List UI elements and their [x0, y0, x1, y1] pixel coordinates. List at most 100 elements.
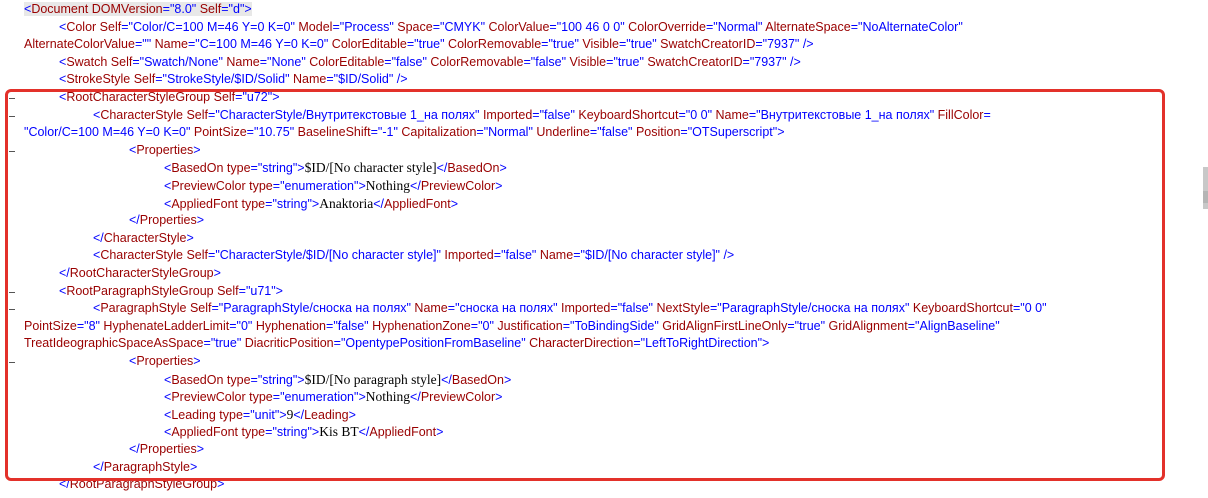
- xml-attribute-name: ColorValue: [485, 19, 550, 34]
- xml-attribute-value: 0 0: [1024, 301, 1043, 316]
- collapse-toggle-icon[interactable]: [9, 291, 15, 293]
- xml-line-content: </RootCharacterStyleGroup>: [59, 266, 221, 280]
- xml-attribute-name: SwatchCreatorID: [656, 37, 756, 52]
- xml-element-name: Properties: [136, 142, 194, 157]
- xml-punctuation: </: [410, 390, 421, 405]
- xml-punctuation: ">: [292, 161, 305, 176]
- xml-punctuation: ">: [274, 407, 287, 422]
- xml-line: <Leading type="unit">9</Leading>: [0, 406, 1196, 424]
- xml-attribute-name: Imported: [440, 248, 494, 263]
- xml-attribute-value: None: [271, 54, 302, 69]
- collapse-toggle-icon[interactable]: [9, 150, 15, 152]
- xml-line-content: PointSize="8" HyphenateLadderLimit="0" H…: [24, 319, 1000, 333]
- xml-punctuation: </: [436, 161, 448, 176]
- xml-attribute-name: Capitalization: [397, 125, 477, 140]
- xml-line: <RootParagraphStyleGroup Self="u71">: [0, 283, 1196, 301]
- xml-attribute-name: Position: [632, 125, 681, 140]
- xml-line-content: <CharacterStyle Self="CharacterStyle/Вну…: [93, 108, 991, 122]
- xml-punctuation: =": [678, 107, 691, 122]
- xml-punctuation: =": [211, 301, 224, 316]
- xml-punctuation: " />: [715, 248, 735, 263]
- xml-punctuation: ": [995, 318, 1000, 333]
- xml-attribute-name: GridAlignFirstLineOnly: [658, 318, 788, 333]
- xml-punctuation: >: [348, 407, 356, 422]
- xml-attribute-name: Name: [151, 37, 188, 52]
- xml-line-content: <StrokeStyle Self="StrokeStyle/$ID/Solid…: [59, 72, 408, 86]
- xml-punctuation: >: [189, 459, 198, 474]
- xml-element-name: CharacterStyle: [100, 107, 183, 122]
- xml-line-content: <AppliedFont type="string">Kis BT</Appli…: [164, 424, 443, 440]
- xml-line: <CharacterStyle Self="CharacterStyle/$ID…: [0, 247, 1196, 265]
- xml-attribute-value: Process: [344, 19, 390, 34]
- xml-attribute-value: Swatch/None: [144, 54, 219, 69]
- xml-attribute-name: GridAlignment: [825, 318, 908, 333]
- xml-attribute-value: StrokeStyle/$ID/Solid: [167, 72, 286, 87]
- xml-attribute-value: true: [799, 318, 821, 333]
- xml-attribute-name: AlternateSpace: [762, 19, 851, 34]
- collapse-toggle-icon[interactable]: [9, 309, 15, 311]
- xml-line: <Document DOMVersion="8.0" Self="d">: [0, 1, 1196, 19]
- collapse-toggle-icon[interactable]: [9, 115, 15, 117]
- xml-punctuation: =": [432, 19, 445, 34]
- xml-attribute-value: Normal: [488, 125, 529, 140]
- xml-punctuation: " />: [794, 37, 814, 52]
- xml-attribute-value: C=100 M=46 Y=0 K=0: [199, 37, 324, 52]
- xml-line: <Properties>: [0, 353, 1196, 371]
- xml-line-content: <Swatch Self="Swatch/None" Name="None" C…: [59, 55, 801, 69]
- xml-punctuation: =": [633, 336, 646, 351]
- xml-element-name: AppliedFont: [171, 425, 239, 440]
- xml-punctuation: =": [384, 54, 397, 69]
- xml-attribute-value: 0 0: [690, 107, 708, 122]
- xml-punctuation: =": [132, 54, 145, 69]
- xml-punctuation: =": [618, 37, 631, 52]
- xml-attribute-value: false: [535, 54, 562, 69]
- xml-attribute-value: Color/C=100 M=46 Y=0 K=0: [28, 125, 186, 140]
- xml-punctuation: ">: [772, 125, 785, 140]
- collapse-toggle-icon[interactable]: [9, 362, 15, 363]
- xml-attribute-value: true: [552, 37, 575, 52]
- xml-line-content: TreatIdeographicSpaceAsSpace="true" Diac…: [24, 336, 769, 350]
- xml-line-content: <Properties>: [129, 143, 201, 157]
- xml-attribute-name: HyphenationZone: [368, 318, 471, 333]
- xml-punctuation: </: [129, 213, 140, 228]
- xml-punctuation: >: [217, 477, 225, 492]
- xml-punctuation: =": [493, 248, 506, 263]
- xml-attribute-name: Self: [210, 90, 236, 104]
- vertical-scrollbar[interactable]: [1200, 0, 1208, 498]
- xml-attribute-name: Name: [222, 54, 260, 69]
- xml-punctuation: =": [470, 318, 483, 333]
- xml-punctuation: </: [59, 477, 70, 492]
- xml-punctuation: =": [187, 37, 200, 52]
- xml-attribute-value: false: [337, 318, 365, 333]
- xml-attribute-name: Visible: [578, 37, 619, 52]
- xml-punctuation: </: [410, 179, 421, 193]
- xml-punctuation: =": [1012, 301, 1025, 316]
- xml-attribute-name: BaselineShift: [294, 125, 371, 140]
- xml-text-content: Anaktoria: [319, 195, 374, 211]
- xml-punctuation: =": [709, 301, 722, 316]
- xml-attribute-name: type: [223, 161, 251, 176]
- xml-element-name: PreviewColor: [420, 390, 496, 405]
- xml-line-content: <Color Self="Color/C=100 M=46 Y=0 K=0" M…: [59, 20, 963, 34]
- xml-punctuation: ">: [307, 196, 320, 211]
- xml-attribute-name: SwatchCreatorID: [643, 54, 743, 69]
- collapse-toggle-icon[interactable]: [9, 98, 15, 99]
- xml-attribute-value: ParagraphStyle/сноска на полях: [721, 301, 905, 316]
- xml-line-content: <RootParagraphStyleGroup Self="u71">: [59, 284, 283, 298]
- xml-attribute-name: Self: [213, 283, 239, 298]
- xml-line: <Color Self="Color/C=100 M=46 Y=0 K=0" M…: [0, 19, 1196, 37]
- xml-punctuation: =": [235, 90, 247, 104]
- xml-punctuation: =": [589, 125, 602, 140]
- xml-attribute-value: enumeration: [284, 179, 355, 193]
- xml-attribute-name: Self: [183, 248, 209, 263]
- xml-punctuation: </: [441, 372, 452, 387]
- xml-punctuation: >: [213, 266, 221, 280]
- xml-line: <BasedOn type="string">$ID/[No character…: [0, 159, 1196, 177]
- xml-punctuation: " />: [782, 54, 801, 69]
- xml-attribute-name: AlternateColorValue: [24, 37, 135, 52]
- xml-punctuation: =": [326, 72, 339, 87]
- xml-punctuation: =": [562, 318, 575, 333]
- xml-attribute-name: KeyboardShortcut: [909, 301, 1013, 316]
- scrollbar-marker: [1203, 191, 1208, 203]
- xml-punctuation: =": [208, 107, 220, 122]
